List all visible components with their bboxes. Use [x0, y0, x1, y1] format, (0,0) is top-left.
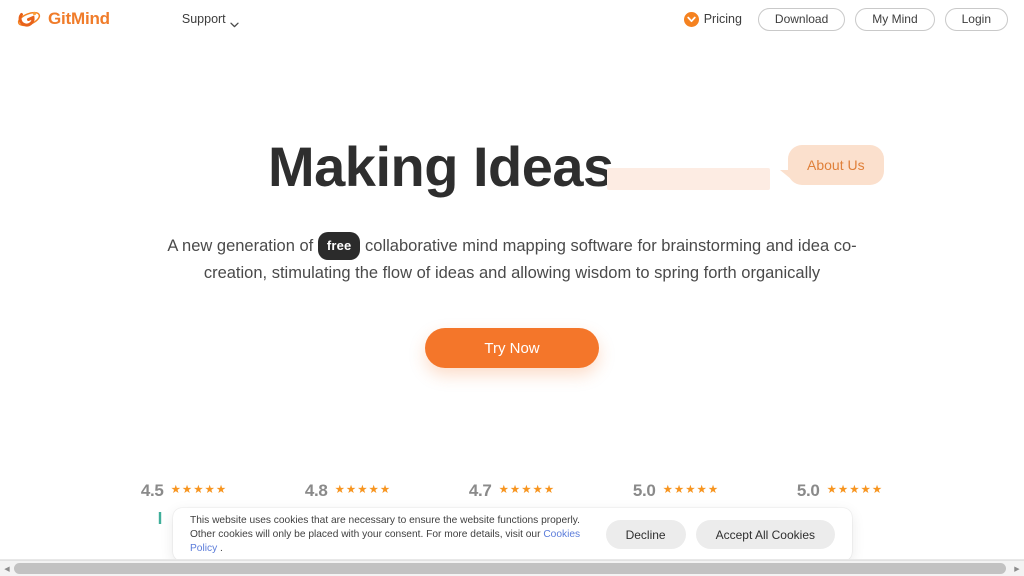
cookie-consent-banner: This website uses cookies that are neces… [173, 508, 852, 561]
about-us-label: About Us [807, 157, 865, 173]
horizontal-scrollbar[interactable]: ◀ ▶ [0, 560, 1024, 576]
scrollbar-track[interactable] [14, 561, 1010, 576]
brand-name: GitMind [48, 9, 110, 28]
scroll-left-arrow-icon[interactable]: ◀ [0, 561, 14, 576]
page-title: Making Ideas [268, 135, 614, 198]
nav-item-support[interactable]: Support [181, 12, 239, 28]
try-now-button[interactable]: Try Now [425, 328, 599, 368]
about-us-bubble[interactable]: About Us [780, 145, 884, 185]
login-button[interactable]: Login [944, 7, 1008, 31]
rating-stars: ★★★★★ [662, 484, 720, 497]
rating-stars: ★★★★★ [498, 484, 556, 497]
cookie-banner-text: This website uses cookies that are neces… [190, 514, 592, 556]
rating-header: 4.7 ★★★★★ [469, 481, 555, 501]
decline-cookies-button[interactable]: Decline [605, 520, 686, 549]
orange-circle-chevron-icon [683, 11, 699, 27]
rating-score: 4.7 [468, 481, 492, 500]
rating-score: 5.0 [632, 481, 656, 500]
accept-all-cookies-button[interactable]: Accept All Cookies [695, 520, 835, 549]
brand-logo-link[interactable]: GitMind [17, 8, 110, 30]
cta-container: Try Now [425, 328, 599, 368]
nav-item-pricing[interactable]: Pricing [683, 11, 742, 27]
rating-header: 4.5 ★★★★★ [141, 481, 227, 501]
rating-stars: ★★★★★ [826, 484, 884, 497]
rating-score: 4.5 [140, 481, 164, 500]
scrollbar-thumb[interactable] [14, 562, 1006, 574]
hero-subtitle: A new generation of free collaborative m… [162, 232, 862, 286]
gitmind-swirl-logo-icon [17, 8, 41, 30]
site-header: GitMind Support Pricing Download My Mind [0, 0, 1024, 38]
cookie-text-part-2: . [217, 542, 223, 554]
nav-support-label: Support [181, 12, 226, 26]
cookie-banner-actions: Decline Accept All Cookies [605, 520, 835, 549]
headline-row: Making Ideas About Us [0, 131, 1024, 203]
subtitle-part-1: A new generation of [167, 237, 318, 255]
chevron-down-icon [230, 17, 239, 28]
typing-placeholder-bar [607, 168, 770, 190]
header-actions: Pricing Download My Mind Login [683, 7, 1008, 31]
rating-header: 4.8 ★★★★★ [305, 481, 391, 501]
rating-score: 5.0 [796, 481, 820, 500]
scroll-right-arrow-icon[interactable]: ▶ [1010, 561, 1024, 576]
cookie-text-part-1: This website uses cookies that are neces… [190, 514, 580, 540]
page-root: GitMind Support Pricing Download My Mind [0, 0, 1024, 576]
nav-pricing-label: Pricing [703, 12, 742, 26]
my-mind-button[interactable]: My Mind [855, 7, 935, 31]
rating-stars: ★★★★★ [170, 484, 228, 497]
download-button[interactable]: Download [757, 7, 846, 31]
rating-header: 5.0 ★★★★★ [633, 481, 719, 501]
rating-score: 4.8 [304, 481, 328, 500]
rating-stars: ★★★★★ [334, 484, 392, 497]
rating-header: 5.0 ★★★★★ [797, 481, 883, 501]
free-badge: free [317, 232, 361, 260]
